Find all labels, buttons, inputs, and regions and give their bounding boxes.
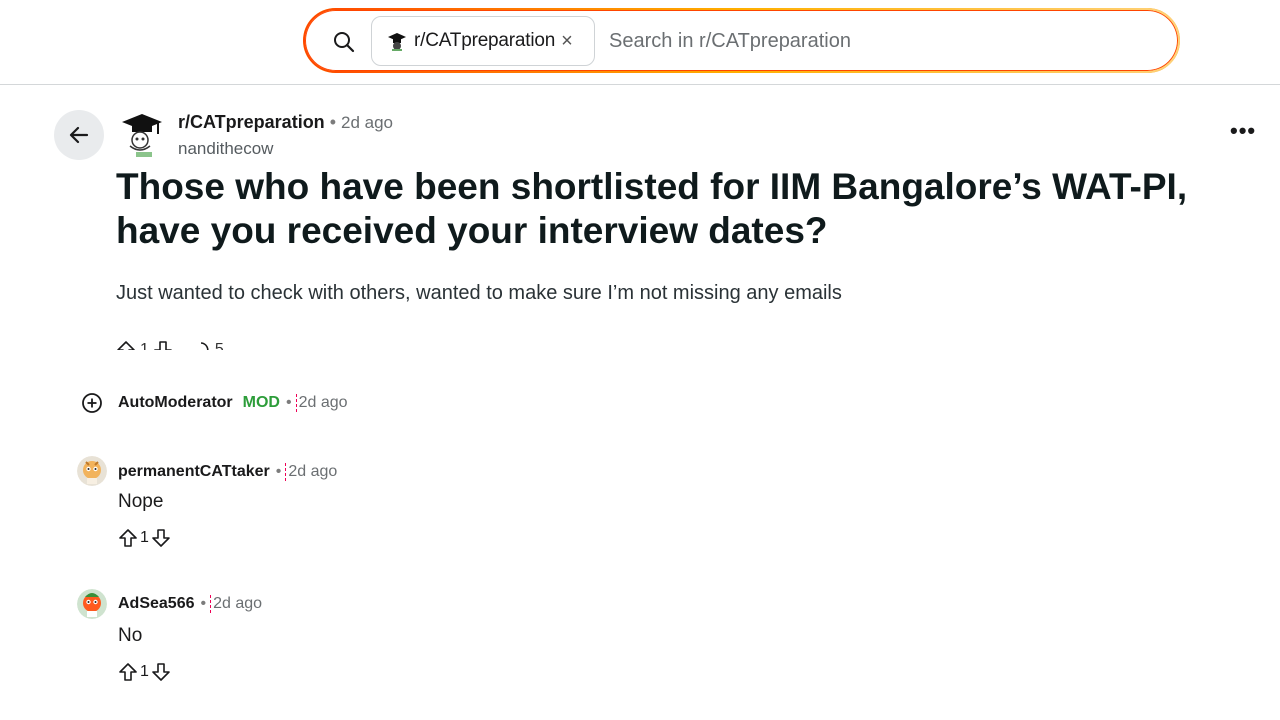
comment-vote-bar: 1	[118, 528, 171, 548]
post-meta: r/CATpreparation • 2d ago	[178, 112, 393, 133]
comment-vote-count: 1	[140, 663, 149, 680]
comment-author[interactable]: AdSea566	[118, 595, 195, 613]
post-comment-count: 5	[214, 341, 224, 350]
comment-text: No	[118, 625, 143, 646]
comment-icon[interactable]	[191, 340, 211, 350]
comment-vote-bar: 1	[118, 662, 171, 682]
post-action-bar: 1 5	[116, 340, 266, 350]
top-header: r/CATpreparation × Search in r/CATprepar…	[0, 0, 1280, 85]
upvote-icon[interactable]	[118, 528, 138, 548]
post-timestamp: 2d ago	[341, 113, 393, 132]
comment-text: Nope	[118, 491, 164, 512]
subreddit-link[interactable]: r/CATpreparation	[178, 112, 325, 133]
avatar[interactable]	[77, 456, 107, 486]
meta-separator: •	[285, 394, 292, 411]
expand-comment-icon[interactable]	[81, 392, 103, 414]
arrow-left-icon	[69, 126, 89, 144]
search-icon[interactable]	[332, 30, 356, 54]
meta-separator: •	[275, 463, 282, 480]
mod-badge: MOD	[242, 394, 280, 411]
upvote-icon[interactable]	[118, 662, 138, 682]
downvote-icon[interactable]	[151, 528, 171, 548]
subreddit-filter-chip[interactable]: r/CATpreparation ×	[371, 16, 595, 66]
comment-timestamp: 2d ago	[210, 595, 262, 613]
comment-timestamp: 2d ago	[295, 394, 348, 412]
meta-separator: •	[200, 595, 207, 612]
close-icon[interactable]: ×	[561, 31, 573, 51]
search-bar[interactable]: r/CATpreparation × Search in r/CATprepar…	[303, 8, 1180, 73]
post-body: Just wanted to check with others, wanted…	[116, 282, 842, 304]
avatar[interactable]	[77, 589, 107, 619]
post-author[interactable]: nandithecow	[178, 139, 273, 159]
post-title: Those who have been shortlisted for IIM …	[116, 166, 1188, 251]
meta-separator: •	[329, 112, 336, 132]
more-options-button[interactable]: •••	[1230, 118, 1256, 144]
comment-header: AdSea566 • 2d ago	[118, 595, 262, 613]
comment-author[interactable]: permanentCATtaker	[118, 463, 270, 481]
comment-vote-count: 1	[140, 529, 149, 546]
search-input[interactable]: Search in r/CATpreparation	[609, 30, 851, 53]
subreddit-avatar[interactable]	[118, 110, 166, 160]
chip-label: r/CATpreparation	[414, 30, 556, 51]
post-vote-count: 1	[140, 341, 149, 350]
upvote-icon[interactable]	[116, 340, 136, 350]
downvote-icon[interactable]	[153, 340, 173, 350]
subreddit-icon	[388, 33, 406, 51]
back-button[interactable]	[54, 110, 104, 160]
comment-header: AutoModerator MOD • 2d ago	[118, 394, 348, 412]
comment-header: permanentCATtaker • 2d ago	[118, 463, 337, 481]
downvote-icon[interactable]	[151, 662, 171, 682]
comment-timestamp: 2d ago	[285, 463, 337, 481]
comment-author[interactable]: AutoModerator	[118, 394, 233, 412]
